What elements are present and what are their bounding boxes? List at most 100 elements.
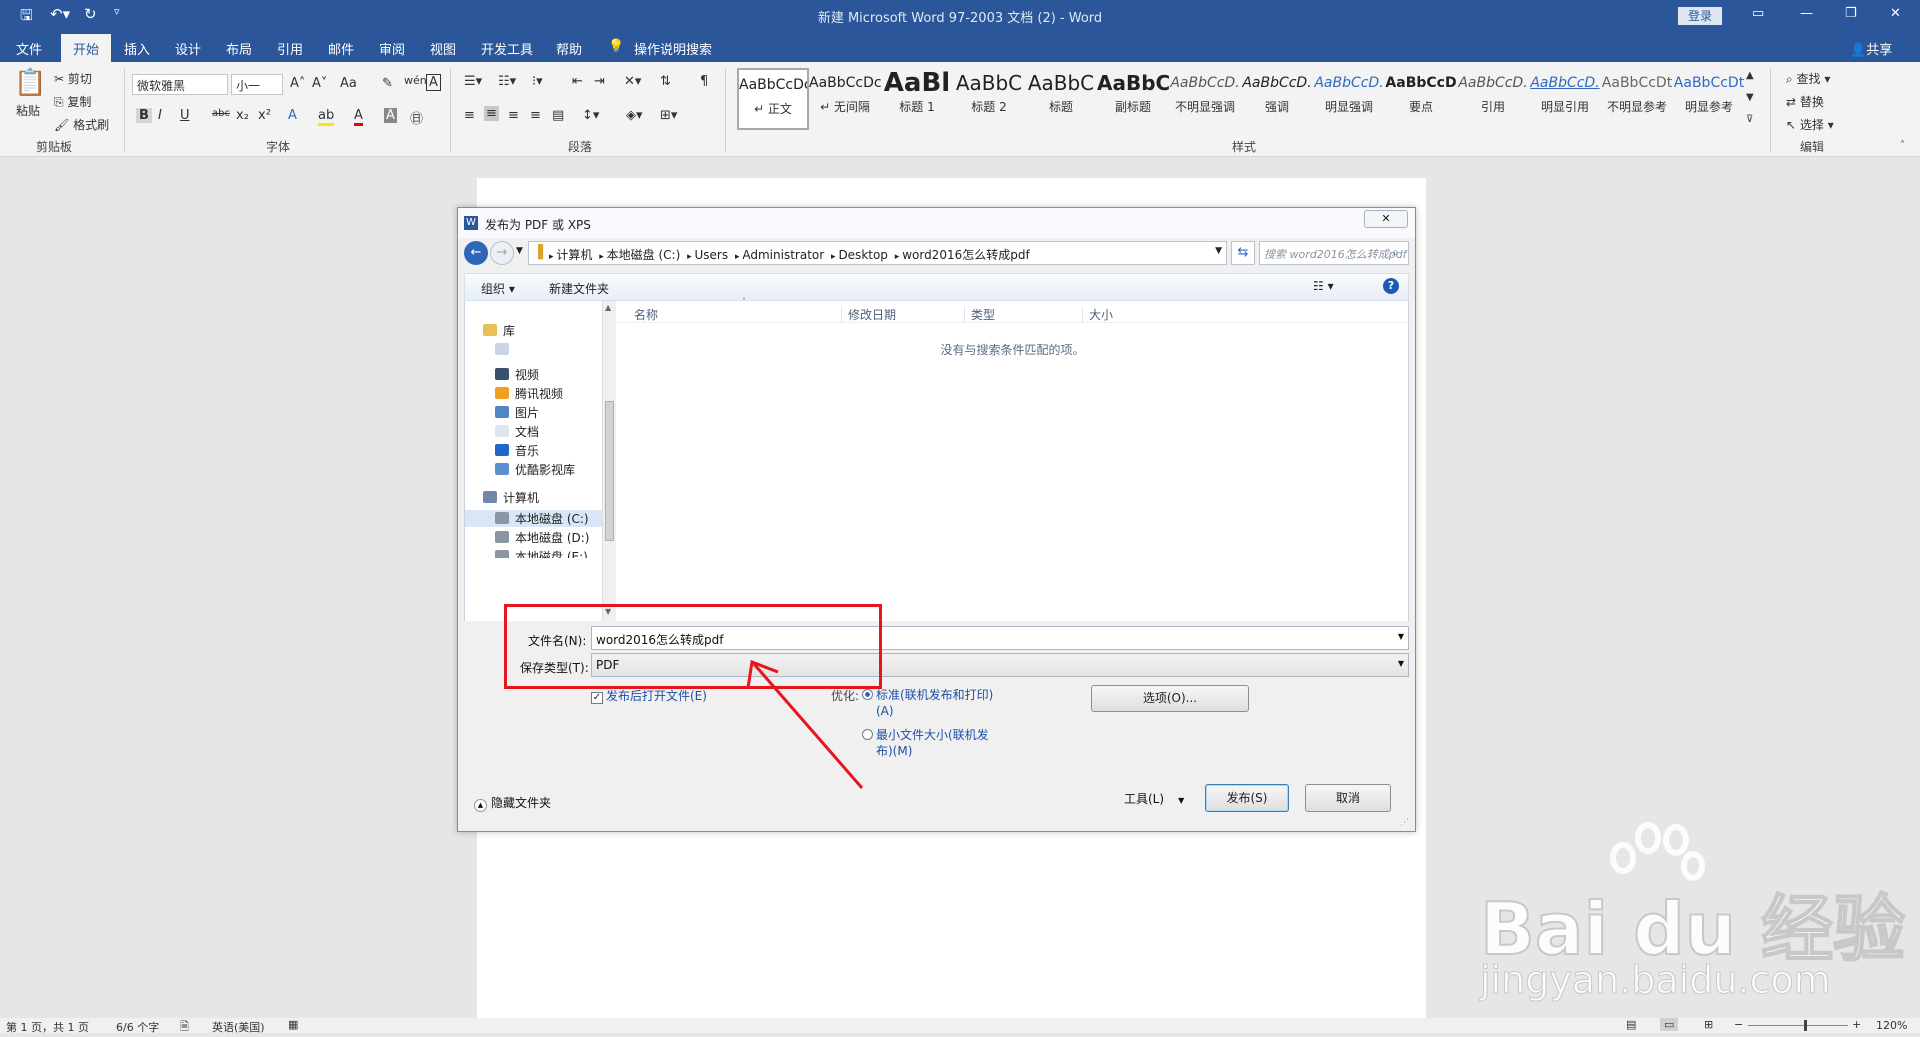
style-item[interactable]: AaBbC 标题 2 <box>953 68 1025 130</box>
nav-drive-item[interactable]: 本地磁盘 (E:) <box>495 548 588 558</box>
sort-icon[interactable]: ⇅ <box>660 74 671 89</box>
chinese-layout-icon[interactable]: ✕▾ <box>624 74 641 89</box>
options-button[interactable]: 选项(O)... <box>1091 685 1249 712</box>
zoom-slider[interactable] <box>1748 1025 1848 1026</box>
hide-folders-toggle[interactable]: ▲ 隐藏文件夹 <box>474 794 551 812</box>
style-item[interactable]: AaBl 标题 1 <box>881 68 953 130</box>
col-name[interactable]: 名称 <box>634 306 658 323</box>
align-right-icon[interactable]: ≡ <box>508 108 519 123</box>
enclose-char-icon[interactable]: ㊐ <box>410 108 423 127</box>
style-item[interactable]: AaBbC 标题 <box>1025 68 1097 130</box>
format-painter-button[interactable]: 🖌 格式刷 <box>54 116 109 133</box>
justify-icon[interactable]: ≡ <box>530 108 541 123</box>
underline-icon[interactable]: U <box>180 108 190 123</box>
tools-dropdown[interactable]: 工具(L) ▼ <box>1124 790 1184 807</box>
nav-library[interactable]: 库 <box>483 322 515 339</box>
dialog-close-icon[interactable]: ✕ <box>1364 210 1408 228</box>
tab-file[interactable]: 文件 <box>16 39 42 58</box>
font-color-icon[interactable]: A <box>354 108 363 126</box>
restore-icon[interactable]: ❐ <box>1845 6 1857 21</box>
tab-review[interactable]: 审阅 <box>379 39 405 58</box>
style-item[interactable]: AaBbCcD. 明显引用 <box>1529 68 1601 130</box>
char-border-icon[interactable]: A <box>426 74 441 91</box>
gallery-down-icon[interactable]: ▼ <box>1746 92 1754 103</box>
col-type[interactable]: 类型 <box>964 306 995 323</box>
breadcrumb-separator-icon[interactable]: ▸ <box>892 252 902 262</box>
tab-developer[interactable]: 开发工具 <box>481 39 533 58</box>
paste-icon[interactable]: 📋 <box>14 68 46 98</box>
numbering-icon[interactable]: ☷▾ <box>498 74 516 89</box>
breadcrumb-item[interactable]: Administrator <box>742 248 824 262</box>
char-shading-icon[interactable]: A <box>384 108 397 123</box>
address-dropdown-icon[interactable]: ▼ <box>1215 246 1222 256</box>
zoom-level[interactable]: 120% <box>1876 1019 1907 1032</box>
highlight-icon[interactable]: ab <box>318 108 335 126</box>
select-button[interactable]: ↖ 选择 ▾ <box>1786 116 1834 133</box>
new-folder-button[interactable]: 新建文件夹 <box>549 280 609 297</box>
tab-home[interactable]: 开始 <box>61 34 112 62</box>
style-item[interactable]: AaBbCcD. 引用 <box>1457 68 1529 130</box>
tab-references[interactable]: 引用 <box>277 39 303 58</box>
nav-library-item[interactable]: 音乐 <box>495 442 539 459</box>
style-item[interactable]: AaBbCcDc ↵ 正文 <box>737 68 809 130</box>
nav-drive-item[interactable]: 本地磁盘 (D:) <box>495 529 589 546</box>
bold-icon[interactable]: B <box>136 108 152 123</box>
multilevel-list-icon[interactable]: ⁝▾ <box>532 74 543 89</box>
shrink-font-icon[interactable]: A˅ <box>312 76 327 91</box>
nav-library-item[interactable]: 优酷影视库 <box>495 461 575 478</box>
publish-button[interactable]: 发布(S) <box>1205 784 1289 812</box>
shading-icon[interactable]: ◈▾ <box>626 108 643 123</box>
nav-computer[interactable]: 计算机 <box>483 489 539 506</box>
grow-font-icon[interactable]: A˄ <box>290 76 305 91</box>
text-effects-icon[interactable]: A <box>288 108 297 123</box>
scroll-up-icon[interactable]: ▲ <box>605 303 611 312</box>
decrease-indent-icon[interactable]: ⇤ <box>572 74 583 89</box>
italic-icon[interactable]: I <box>158 108 162 123</box>
tab-mailings[interactable]: 邮件 <box>328 39 354 58</box>
col-size[interactable]: 大小 <box>1082 306 1113 323</box>
scroll-thumb[interactable] <box>605 401 614 541</box>
copy-button[interactable]: ⎘ 复制 <box>54 93 91 110</box>
tab-help[interactable]: 帮助 <box>556 39 582 58</box>
col-modified[interactable]: 修改日期 <box>841 306 896 323</box>
breadcrumb[interactable]: ▐ ▸ 计算机 ▸ 本地磁盘 (C:) ▸ Users ▸ Administra… <box>528 241 1227 265</box>
replace-button[interactable]: ⇄ 替换 <box>1786 93 1824 110</box>
breadcrumb-item[interactable]: word2016怎么转成pdf <box>902 248 1030 262</box>
macro-icon[interactable]: ▦ <box>288 1018 298 1031</box>
gallery-more-icon[interactable]: ⊽ <box>1746 114 1753 125</box>
superscript-icon[interactable]: x² <box>258 108 271 123</box>
align-left-icon[interactable]: ≡ <box>464 108 475 123</box>
change-case-button[interactable]: Aa <box>340 76 357 91</box>
search-box[interactable]: 搜索 word2016怎么转成pdf <box>1259 241 1409 265</box>
paste-button[interactable]: 粘贴 <box>16 102 40 119</box>
style-item[interactable]: AaBbCcDt 不明显参考 <box>1601 68 1673 130</box>
style-item[interactable]: AaBbCcDc ↵ 无间隔 <box>809 68 881 130</box>
distribute-icon[interactable]: ▤ <box>552 108 564 123</box>
refresh-icon[interactable]: ⇆ <box>1231 241 1255 265</box>
history-dropdown-icon[interactable]: ▼ <box>516 246 523 256</box>
phonetic-icon[interactable]: wén <box>404 74 427 87</box>
savetype-dropdown-icon[interactable]: ▼ <box>1398 659 1404 668</box>
share-button[interactable]: 👤共享 <box>1850 39 1892 58</box>
resize-grip-icon[interactable]: ⋰ <box>1400 818 1409 828</box>
font-size-combo[interactable]: 小一 <box>231 74 283 95</box>
style-item[interactable]: AaBbCcD. 强调 <box>1241 68 1313 130</box>
breadcrumb-separator-icon[interactable]: ▸ <box>828 252 838 262</box>
close-icon[interactable]: ✕ <box>1890 6 1901 21</box>
gallery-up-icon[interactable]: ▲ <box>1746 70 1754 81</box>
subscript-icon[interactable]: x₂ <box>236 108 249 123</box>
align-center-icon[interactable]: ≡ <box>484 106 499 121</box>
ribbon-display-icon[interactable]: ▭ <box>1752 6 1764 21</box>
web-layout-icon[interactable]: ⊞ <box>1704 1018 1713 1031</box>
borders-icon[interactable]: ⊞▾ <box>660 108 677 123</box>
nav-library-item[interactable]: 腾讯视频 <box>495 385 563 402</box>
breadcrumb-separator-icon[interactable]: ▸ <box>732 252 742 262</box>
tell-me-search[interactable]: 操作说明搜索 <box>634 39 712 58</box>
style-item[interactable]: AaBbC 副标题 <box>1097 68 1169 130</box>
line-spacing-icon[interactable]: ↕▾ <box>582 108 599 123</box>
breadcrumb-separator-icon[interactable]: ▸ <box>596 252 606 262</box>
zoom-out-icon[interactable]: − <box>1734 1018 1743 1031</box>
help-icon[interactable]: ? <box>1383 278 1399 294</box>
proofing-icon[interactable]: 🗎 <box>180 1018 189 1037</box>
bullets-icon[interactable]: ☰▾ <box>464 74 482 89</box>
